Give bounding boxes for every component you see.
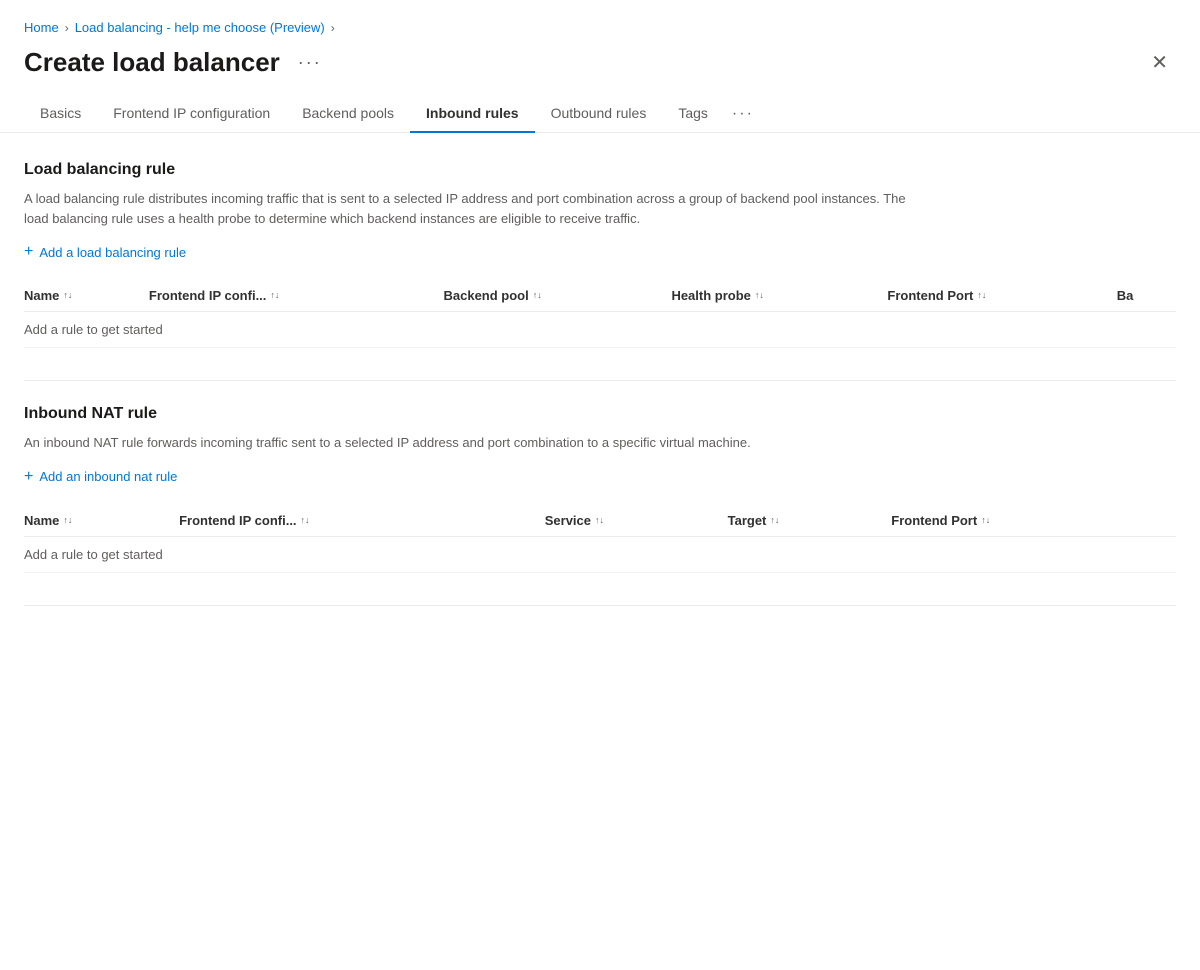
add-load-balancing-rule-button[interactable]: + Add a load balancing rule: [24, 244, 186, 260]
breadcrumb-sep-1: ›: [65, 21, 69, 35]
main-content: Load balancing rule A load balancing rul…: [0, 133, 1200, 658]
close-button[interactable]: ✕: [1143, 49, 1176, 77]
sort-arrows-name: ↑↓: [63, 291, 72, 300]
tab-backend-pools[interactable]: Backend pools: [286, 95, 410, 133]
sort-arrows-nat-frontend-port: ↑↓: [981, 516, 990, 525]
section-divider: [24, 380, 1176, 381]
nat-col-frontend-port[interactable]: Frontend Port ↑↓: [891, 505, 1176, 537]
lb-rule-empty-message: Add a rule to get started: [24, 312, 1176, 348]
bottom-divider: [24, 605, 1176, 606]
load-balancing-rule-title: Load balancing rule: [24, 161, 1176, 179]
tab-basics[interactable]: Basics: [24, 95, 97, 133]
tab-tags[interactable]: Tags: [662, 95, 724, 133]
add-inbound-nat-rule-label: Add an inbound nat rule: [39, 469, 177, 484]
nat-rule-empty-row: Add a rule to get started: [24, 536, 1176, 572]
breadcrumb-home[interactable]: Home: [24, 20, 59, 35]
tab-bar: Basics Frontend IP configuration Backend…: [0, 94, 1200, 133]
sort-arrows-nat-target: ↑↓: [770, 516, 779, 525]
lb-col-name[interactable]: Name ↑↓: [24, 280, 149, 312]
inbound-nat-rule-section: Inbound NAT rule An inbound NAT rule for…: [24, 405, 1176, 573]
nat-rule-empty-message: Add a rule to get started: [24, 536, 1176, 572]
tab-inbound-rules[interactable]: Inbound rules: [410, 95, 535, 133]
lb-col-ba: Ba: [1117, 280, 1176, 312]
tab-frontend-ip-configuration[interactable]: Frontend IP configuration: [97, 95, 286, 133]
nat-col-frontend-ip[interactable]: Frontend IP confi... ↑↓: [179, 505, 545, 537]
tab-outbound-rules[interactable]: Outbound rules: [535, 95, 663, 133]
nat-rule-table-element: Name ↑↓ Frontend IP confi... ↑↓: [24, 505, 1176, 573]
lb-col-backend-pool[interactable]: Backend pool ↑↓: [444, 280, 672, 312]
plus-icon: +: [24, 244, 33, 260]
sort-arrows-nat-service: ↑↓: [595, 516, 604, 525]
nat-col-name[interactable]: Name ↑↓: [24, 505, 179, 537]
sort-arrows-nat-frontend-ip: ↑↓: [301, 516, 310, 525]
breadcrumb-sep-2: ›: [331, 21, 335, 35]
sort-arrows-nat-name: ↑↓: [63, 516, 72, 525]
nat-col-service[interactable]: Service ↑↓: [545, 505, 728, 537]
add-inbound-nat-rule-button[interactable]: + Add an inbound nat rule: [24, 469, 177, 485]
load-balancing-rule-desc: A load balancing rule distributes incomi…: [24, 189, 924, 228]
inbound-nat-rule-table: Name ↑↓ Frontend IP confi... ↑↓: [24, 505, 1176, 573]
lb-rule-header-row: Name ↑↓ Frontend IP confi... ↑↓: [24, 280, 1176, 312]
page-container: Home › Load balancing - help me choose (…: [0, 0, 1200, 970]
sort-arrows-frontend-port: ↑↓: [977, 291, 986, 300]
inbound-nat-rule-desc: An inbound NAT rule forwards incoming tr…: [24, 433, 924, 453]
sort-arrows-frontend-ip: ↑↓: [270, 291, 279, 300]
nat-col-target[interactable]: Target ↑↓: [728, 505, 892, 537]
lb-col-frontend-port[interactable]: Frontend Port ↑↓: [887, 280, 1116, 312]
lb-rule-table-element: Name ↑↓ Frontend IP confi... ↑↓: [24, 280, 1176, 348]
load-balancing-rule-table: Name ↑↓ Frontend IP confi... ↑↓: [24, 280, 1176, 348]
sort-arrows-health-probe: ↑↓: [755, 291, 764, 300]
load-balancing-rule-section: Load balancing rule A load balancing rul…: [24, 161, 1176, 348]
sort-arrows-backend-pool: ↑↓: [533, 291, 542, 300]
breadcrumb-load-balancing[interactable]: Load balancing - help me choose (Preview…: [75, 20, 325, 35]
header-menu-button[interactable]: ···: [292, 48, 328, 77]
page-header: Create load balancer ··· ✕: [0, 43, 1200, 94]
lb-col-frontend-ip[interactable]: Frontend IP confi... ↑↓: [149, 280, 444, 312]
lb-col-health-probe[interactable]: Health probe ↑↓: [671, 280, 887, 312]
tabs-more-button[interactable]: ···: [724, 95, 762, 133]
plus-icon-nat: +: [24, 469, 33, 485]
header-left: Create load balancer ···: [24, 47, 328, 78]
add-load-balancing-rule-label: Add a load balancing rule: [39, 245, 186, 260]
page-title: Create load balancer: [24, 47, 280, 78]
lb-rule-empty-row: Add a rule to get started: [24, 312, 1176, 348]
breadcrumb: Home › Load balancing - help me choose (…: [0, 0, 1200, 43]
inbound-nat-rule-title: Inbound NAT rule: [24, 405, 1176, 423]
nat-rule-header-row: Name ↑↓ Frontend IP confi... ↑↓: [24, 505, 1176, 537]
